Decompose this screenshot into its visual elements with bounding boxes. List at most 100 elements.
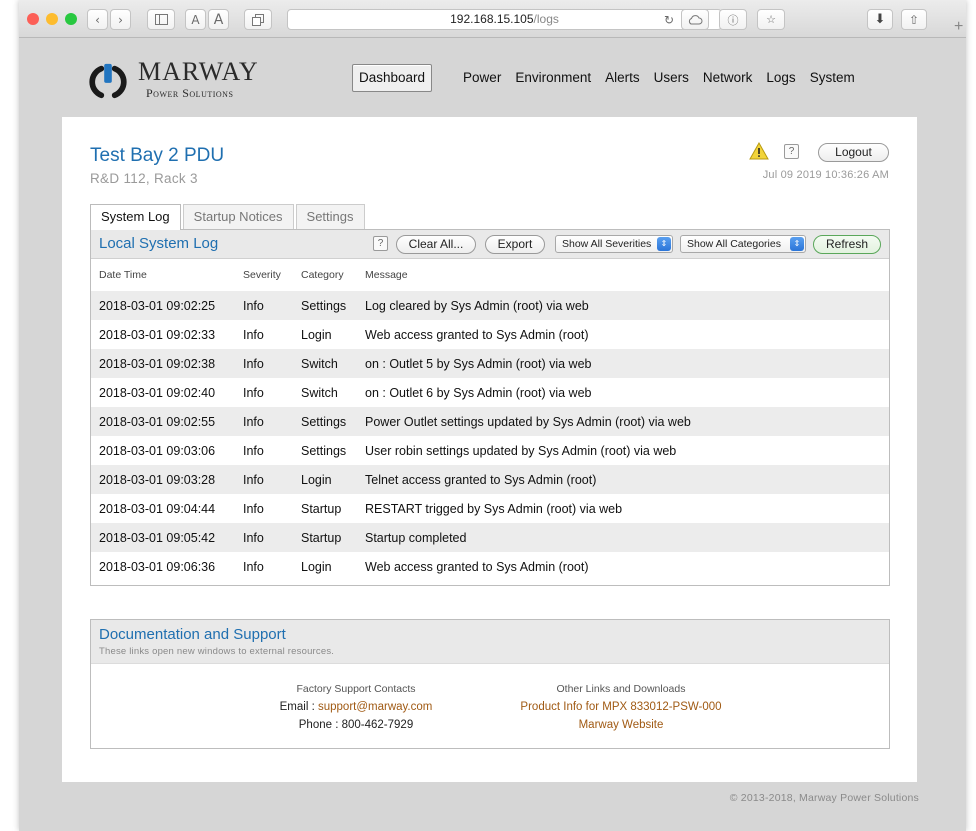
cell-category: Settings xyxy=(301,443,347,458)
nav-logs[interactable]: Logs xyxy=(759,65,802,91)
cell-message: Startup completed xyxy=(365,530,467,545)
cell-category: Login xyxy=(301,472,332,487)
chevron-updown-icon: ⇕ xyxy=(657,237,671,251)
cell-message: Web access granted to Sys Admin (root) xyxy=(365,327,589,342)
export-button[interactable]: Export xyxy=(485,235,545,254)
info-icon: ⓘ xyxy=(727,13,739,27)
browser-toolbar: ‹ › A A 192.168.15.105/logs ↻ ⓘ ☆ ⬇ ⇧ xyxy=(19,0,966,38)
cell-message: RESTART trigged by Sys Admin (root) via … xyxy=(365,501,623,516)
cell-severity: Info xyxy=(243,559,264,574)
table-row: 2018-03-01 09:02:38 Info Switch on : Outlet… xyxy=(91,349,889,378)
text-smaller-button[interactable]: A xyxy=(185,9,206,30)
nav-system[interactable]: System xyxy=(803,65,862,91)
nav-power[interactable]: Power xyxy=(456,65,508,91)
cell-datetime: 2018-03-01 09:02:38 xyxy=(99,356,216,371)
back-button[interactable]: ‹ xyxy=(87,9,108,30)
icloud-tabs-button[interactable] xyxy=(681,9,709,30)
close-window-button[interactable] xyxy=(27,13,39,25)
current-timestamp: Jul 09 2019 10:36:26 AM xyxy=(762,169,889,181)
nav-environment[interactable]: Environment xyxy=(508,65,598,91)
category-select-value: Show All Categories xyxy=(687,238,781,250)
cell-message: Telnet access granted to Sys Admin (root… xyxy=(365,472,597,487)
cell-severity: Info xyxy=(243,385,264,400)
minimize-window-button[interactable] xyxy=(46,13,58,25)
cell-category: Login xyxy=(301,327,332,342)
cloud-icon xyxy=(688,14,703,24)
nav-dashboard[interactable]: Dashboard xyxy=(352,64,433,92)
table-row: 2018-03-01 09:02:55 Info Settings Power Out… xyxy=(91,407,889,436)
column-header-datetime[interactable]: Date Time xyxy=(91,259,235,291)
brand-logo[interactable]: MARWAY Power Solutions xyxy=(138,57,259,101)
cell-message: Web access granted to Sys Admin (root) xyxy=(365,559,589,574)
cell-datetime: 2018-03-01 09:02:40 xyxy=(99,385,216,400)
product-info-link[interactable]: Product Info for MPX 833012-PSW-000 xyxy=(496,698,746,716)
cell-datetime: 2018-03-01 09:04:44 xyxy=(99,501,216,516)
cell-message: on : Outlet 5 by Sys Admin (root) via we… xyxy=(365,356,592,371)
cell-datetime: 2018-03-01 09:02:55 xyxy=(99,414,216,429)
column-header-category[interactable]: Category xyxy=(293,259,357,291)
address-bar[interactable]: 192.168.15.105/logs xyxy=(287,9,722,30)
documentation-title: Documentation and Support xyxy=(99,626,286,643)
brand-name: MARWAY xyxy=(138,57,259,86)
text-larger-button[interactable]: A xyxy=(208,9,229,30)
chevron-left-icon: ‹ xyxy=(95,12,100,27)
table-row: 2018-03-01 09:04:44 Info Startup RESTART tr… xyxy=(91,494,889,523)
table-row: 2018-03-01 09:02:33 Info Login Web access g… xyxy=(91,320,889,349)
downloads-button[interactable]: ⬇ xyxy=(867,9,893,30)
category-select[interactable]: Show All Categories ⇕ xyxy=(680,235,806,253)
refresh-button[interactable]: Refresh xyxy=(813,235,881,254)
sidebar-button[interactable] xyxy=(147,9,175,30)
support-contacts: Factory Support Contacts Email : support… xyxy=(251,680,461,734)
documentation-box: Documentation and Support These links op… xyxy=(90,619,890,749)
cell-message: Power Outlet settings updated by Sys Adm… xyxy=(365,414,691,429)
main-nav: Dashboard Power Environment Alerts Users… xyxy=(352,64,862,92)
support-email-link[interactable]: support@marway.com xyxy=(318,701,432,713)
cell-datetime: 2018-03-01 09:03:06 xyxy=(99,443,216,458)
links-heading: Other Links and Downloads xyxy=(556,683,686,695)
cell-severity: Info xyxy=(243,530,264,545)
marway-logo-icon xyxy=(89,63,127,99)
share-button[interactable]: ⇧ xyxy=(901,9,927,30)
tab-system-log[interactable]: System Log xyxy=(90,204,181,230)
nav-alerts[interactable]: Alerts xyxy=(598,65,647,91)
log-tabs: System Log Startup Notices Settings xyxy=(90,204,367,230)
tab-startup-notices[interactable]: Startup Notices xyxy=(182,204,294,229)
nav-users[interactable]: Users xyxy=(647,65,696,91)
table-row: 2018-03-01 09:05:42 Info Startup Startup co… xyxy=(91,523,889,552)
main-panel: Test Bay 2 PDU R&D 112, Rack 3 ? Logout … xyxy=(62,117,917,782)
cell-category: Switch xyxy=(301,385,338,400)
logout-button[interactable]: Logout xyxy=(818,143,889,162)
system-log-box: Local System Log ? Clear All... Export S… xyxy=(90,229,890,586)
cell-severity: Info xyxy=(243,443,264,458)
marway-website-link[interactable]: Marway Website xyxy=(496,716,746,734)
cell-datetime: 2018-03-01 09:02:33 xyxy=(99,327,216,342)
clear-all-button[interactable]: Clear All... xyxy=(396,235,476,254)
documentation-header: Documentation and Support These links op… xyxy=(91,620,889,664)
column-header-message[interactable]: Message xyxy=(357,259,889,291)
cell-category: Startup xyxy=(301,501,342,516)
cell-severity: Info xyxy=(243,501,264,516)
device-location: R&D 112, Rack 3 xyxy=(90,171,198,186)
log-title: Local System Log xyxy=(99,235,219,252)
bookmark-button[interactable]: ☆ xyxy=(757,9,785,30)
cell-category: Settings xyxy=(301,298,347,313)
cell-message: Log cleared by Sys Admin (root) via web xyxy=(365,298,589,313)
forward-button[interactable]: › xyxy=(110,9,131,30)
documentation-subtitle: These links open new windows to external… xyxy=(99,646,335,657)
tab-settings[interactable]: Settings xyxy=(295,204,365,229)
nav-network[interactable]: Network xyxy=(696,65,760,91)
cell-severity: Info xyxy=(243,472,264,487)
reload-button[interactable]: ↻ xyxy=(660,11,678,28)
support-phone: Phone : 800-462-7929 xyxy=(298,719,414,731)
zoom-window-button[interactable] xyxy=(65,13,77,25)
column-header-severity[interactable]: Severity xyxy=(235,259,293,291)
severity-select[interactable]: Show All Severities ⇕ xyxy=(555,235,673,253)
log-help-button[interactable]: ? xyxy=(373,236,388,251)
tab-overview-button[interactable] xyxy=(244,9,272,30)
warning-icon[interactable] xyxy=(749,142,769,160)
new-tab-icon[interactable]: + xyxy=(954,18,963,36)
info-button[interactable]: ⓘ xyxy=(719,9,747,30)
cell-datetime: 2018-03-01 09:03:28 xyxy=(99,472,216,487)
help-button[interactable]: ? xyxy=(784,144,799,159)
cell-category: Settings xyxy=(301,414,347,429)
